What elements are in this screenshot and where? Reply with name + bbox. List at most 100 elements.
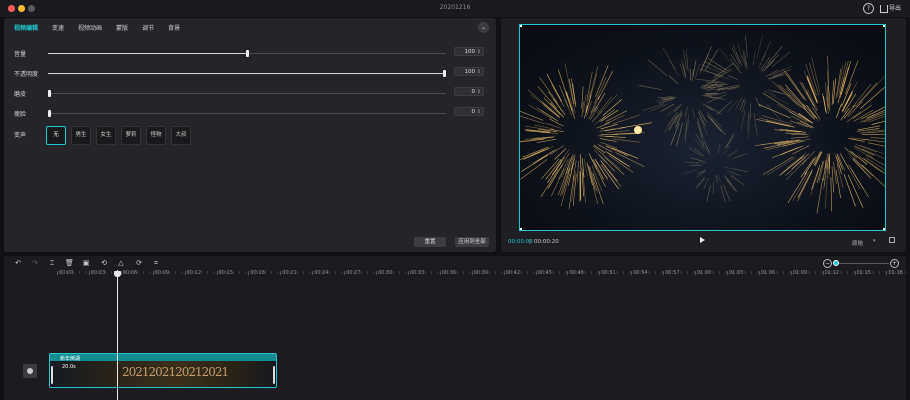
playhead[interactable] xyxy=(117,270,118,400)
voice-option-female[interactable]: 女生 xyxy=(96,126,116,145)
time-separator: | xyxy=(529,239,531,245)
voice-option-male[interactable]: 男生 xyxy=(71,126,91,145)
stepper-icon[interactable]: ⇕ xyxy=(477,108,481,117)
firework-spark xyxy=(833,161,837,184)
firework-spark xyxy=(706,185,711,202)
firework-spark xyxy=(701,86,724,89)
play-icon[interactable] xyxy=(700,237,705,243)
firework-spark xyxy=(596,122,611,129)
firework-spark xyxy=(597,96,612,115)
tab-speed[interactable]: 变速 xyxy=(52,23,64,32)
ruler-tick-label: 00:36 xyxy=(439,270,457,276)
opacity-input[interactable]: 100 ⇕ xyxy=(454,67,484,76)
freeze-icon[interactable]: ▣ xyxy=(82,259,90,267)
clip-trim-handle-left[interactable] xyxy=(51,366,53,384)
split-icon[interactable]: ⌶ xyxy=(48,259,56,267)
voice-option-uncle[interactable]: 大叔 xyxy=(171,126,191,145)
voice-option-monster[interactable]: 怪物 xyxy=(146,126,166,145)
firework-spark xyxy=(867,129,885,132)
firework-spark xyxy=(830,176,832,212)
firework-spark xyxy=(600,94,618,114)
firework-spark xyxy=(725,170,736,177)
firework-spark xyxy=(703,178,709,190)
firework-spark xyxy=(583,105,589,119)
firework-spark xyxy=(695,78,721,83)
aspect-ratio-select[interactable]: 原始 xyxy=(852,239,863,247)
tab-mask[interactable]: 蒙版 xyxy=(116,23,128,32)
firework-spark xyxy=(701,46,712,69)
firework-spark xyxy=(726,179,738,192)
crop-corner-handle[interactable] xyxy=(883,25,885,27)
ruler-tick-label: 00:24 xyxy=(312,270,329,276)
ruler-tick-label: 00:09 xyxy=(152,270,170,276)
chevron-down-icon[interactable]: ▾ xyxy=(873,238,876,244)
undo-icon[interactable]: ↶ xyxy=(14,259,22,267)
rotate-icon[interactable]: ⟳ xyxy=(135,259,143,267)
slim-face-input[interactable]: 0 ⇕ xyxy=(454,107,484,116)
slim-face-slider-handle[interactable] xyxy=(48,110,51,117)
smooth-input[interactable]: 0 ⇕ xyxy=(454,87,484,96)
apply-to-all-button[interactable]: 应用到全部 xyxy=(455,237,489,247)
crop-corner-handle[interactable] xyxy=(520,25,522,27)
ruler-tick-label: 01:09 xyxy=(790,270,808,276)
ruler-tick-label: 00:54 xyxy=(631,270,648,276)
firework-spark xyxy=(716,175,719,184)
firework-spark xyxy=(805,91,818,112)
crop-icon[interactable]: ⌗ xyxy=(152,259,160,267)
playhead-handle[interactable] xyxy=(114,271,121,277)
tab-background[interactable]: 背景 xyxy=(168,23,180,32)
time-ruler[interactable]: 00:00 00:03 00:06 00:09 00:12 00:15 00:18 00:21… xyxy=(4,270,906,280)
fullscreen-icon[interactable] xyxy=(889,237,895,243)
delete-icon[interactable]: 🗑︎ xyxy=(65,259,74,267)
crop-corner-handle[interactable] xyxy=(883,228,885,230)
volume-row: 音量 100 ⇕ xyxy=(14,47,486,59)
opacity-slider-handle[interactable] xyxy=(443,70,446,77)
export-button[interactable]: 导出 xyxy=(880,3,901,13)
help-button[interactable]: ? xyxy=(863,3,874,14)
tab-adjust[interactable]: 调节 xyxy=(142,23,154,32)
firework-spark xyxy=(664,115,677,134)
firework-spark xyxy=(837,154,846,172)
video-preview[interactable] xyxy=(519,24,886,231)
firework-spark xyxy=(551,84,565,108)
track-cover-button[interactable] xyxy=(23,364,37,378)
firework-spark xyxy=(520,110,544,121)
chevron-down-icon[interactable]: ⌄ xyxy=(478,22,489,33)
opacity-slider[interactable] xyxy=(48,70,446,77)
reverse-icon[interactable]: ⟲ xyxy=(100,259,108,267)
zoom-in-icon[interactable]: + xyxy=(890,259,899,268)
smooth-slider-handle[interactable] xyxy=(48,90,51,97)
volume-input[interactable]: 100 ⇕ xyxy=(454,47,484,56)
video-clip[interactable]: 新年倒湖 20.0s 2021202120212021 xyxy=(49,353,277,388)
stepper-icon[interactable]: ⇕ xyxy=(477,68,481,77)
timeline-zoom-handle[interactable] xyxy=(833,260,839,266)
voice-option-none[interactable]: 无 xyxy=(46,126,66,145)
firework-spark xyxy=(699,117,708,136)
reset-button[interactable]: 重置 xyxy=(414,237,446,247)
slim-face-label: 瘦脸 xyxy=(14,111,27,118)
firework-spark xyxy=(707,105,722,115)
crop-corner-handle[interactable] xyxy=(520,228,522,230)
stepper-icon[interactable]: ⇕ xyxy=(477,48,481,57)
volume-slider[interactable] xyxy=(48,50,446,57)
tab-video-animation[interactable]: 视频动画 xyxy=(78,23,102,32)
redo-icon[interactable]: ↷ xyxy=(31,259,39,267)
firework-spark xyxy=(592,172,604,204)
mirror-icon[interactable]: △ xyxy=(117,259,125,267)
firework-spark xyxy=(709,116,727,136)
ruler-tick-label: 00:12 xyxy=(184,270,202,276)
firework-spark xyxy=(602,99,623,116)
edit-panel: 视频编辑 变速 视频动画 蒙版 调节 背景 ⌄ 音量 100 ⇕ 不透明度 100… xyxy=(4,18,496,252)
slim-face-slider[interactable] xyxy=(48,110,446,117)
zoom-out-icon[interactable]: − xyxy=(823,259,832,268)
tab-video-edit[interactable]: 视频编辑 xyxy=(14,23,38,32)
voice-option-loli[interactable]: 萝莉 xyxy=(121,126,141,145)
firework-spark xyxy=(836,103,842,118)
volume-slider-handle[interactable] xyxy=(246,50,249,57)
timeline-zoom-slider[interactable] xyxy=(835,263,889,264)
clip-trim-handle-right[interactable] xyxy=(273,366,275,384)
stepper-icon[interactable]: ⇕ xyxy=(477,88,481,97)
volume-value: 100 xyxy=(464,49,476,55)
firework-spark xyxy=(639,85,663,91)
smooth-slider[interactable] xyxy=(48,90,446,97)
